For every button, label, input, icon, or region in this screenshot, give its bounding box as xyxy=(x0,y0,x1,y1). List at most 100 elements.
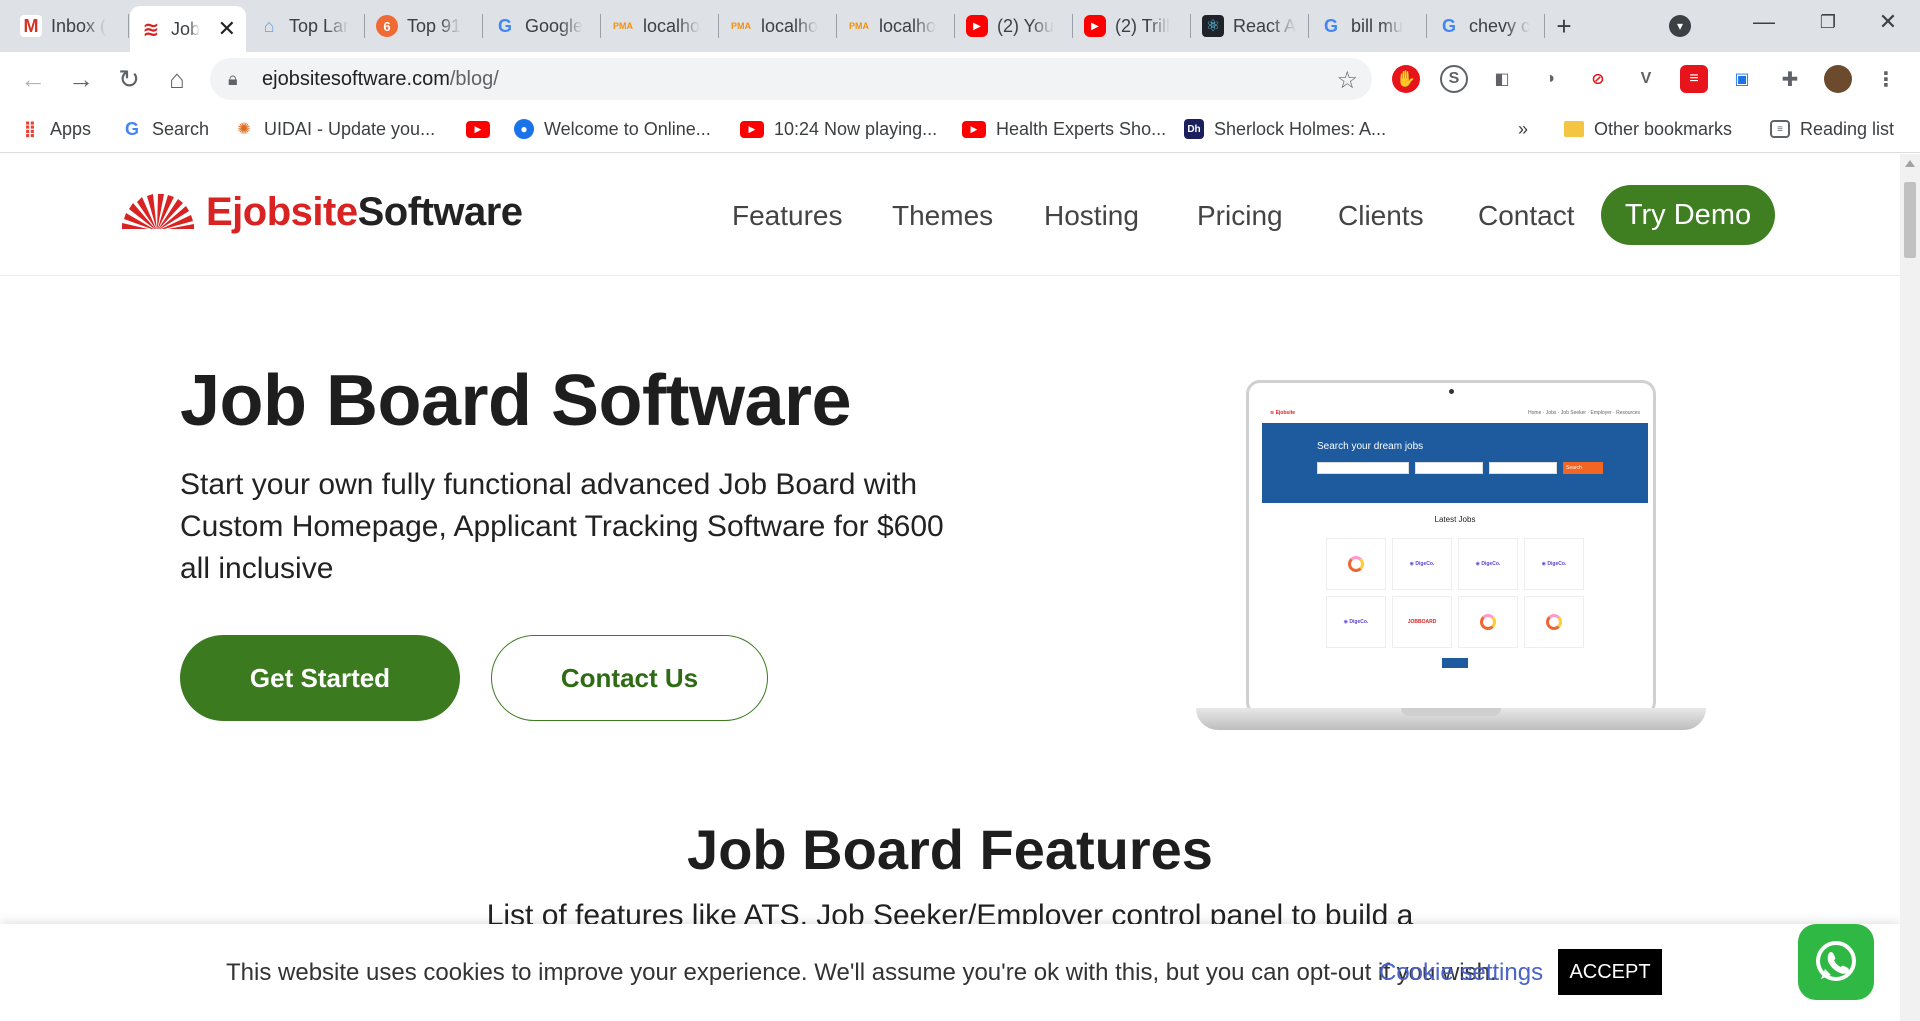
brand-name: EjobsiteSoftware xyxy=(206,190,523,234)
bookmark-apps[interactable]: ⣿ Apps xyxy=(20,115,91,143)
tab-inbox[interactable]: M Inbox ( xyxy=(10,6,125,46)
bookmark-star-icon[interactable]: ☆ xyxy=(1336,66,1358,95)
whatsapp-chat-button[interactable] xyxy=(1798,924,1874,1000)
bookmark-uidai[interactable]: ✺ UIDAI - Update you... xyxy=(234,115,435,143)
page-scrollbar[interactable] xyxy=(1900,154,1920,1021)
scroll-up-icon[interactable] xyxy=(1905,160,1915,167)
get-started-button[interactable]: Get Started xyxy=(180,635,460,721)
bookmark-label: UIDAI - Update you... xyxy=(264,118,436,139)
cookie-settings-link[interactable]: Cookie settings xyxy=(1379,959,1543,987)
tab-chevy[interactable]: G chevy c xyxy=(1428,6,1543,46)
profile-avatar[interactable] xyxy=(1824,65,1852,93)
orange-circle-icon: 6 xyxy=(376,15,398,37)
tab-bill-mu[interactable]: G bill mu xyxy=(1310,6,1425,46)
home-icon[interactable]: ⌂ xyxy=(158,60,196,98)
bookmark-label: Sherlock Holmes: A... xyxy=(1214,118,1387,139)
bookmark-label: Other bookmarks xyxy=(1594,118,1733,139)
react-icon: ⚛ xyxy=(1202,15,1224,37)
tab-top-lar[interactable]: ⌂ Top Lar xyxy=(248,6,363,46)
folder-icon xyxy=(1564,121,1584,137)
site-header: EjobsiteSoftware Features Themes Hosting… xyxy=(0,154,1900,276)
bookmark-label: Search xyxy=(152,118,210,139)
skype-icon[interactable]: S xyxy=(1440,65,1468,93)
youtube-icon: ▶ xyxy=(1084,15,1106,37)
bookmark-label: Health Experts Sho... xyxy=(996,118,1167,139)
tab-title: Top Lar xyxy=(289,15,350,36)
youtube-icon: ▶ xyxy=(966,15,988,37)
bookmark-now-playing[interactable]: ▶ 10:24 Now playing... xyxy=(740,115,937,143)
tab-youtube-1[interactable]: ▶ (2) You xyxy=(956,6,1071,46)
tab-title: bill mu xyxy=(1351,15,1404,36)
phpmyadmin-icon: PMA xyxy=(613,21,633,31)
mockup-search-button: Search xyxy=(1563,462,1603,474)
restore-icon[interactable]: ❐ xyxy=(1796,0,1860,44)
scrollbar-thumb[interactable] xyxy=(1904,182,1916,258)
nav-features[interactable]: Features xyxy=(732,200,843,232)
cookie-message: This website uses cookies to improve you… xyxy=(226,959,1497,986)
tab-google[interactable]: G Google xyxy=(484,6,599,46)
tab-react[interactable]: ⚛ React A xyxy=(1192,6,1307,46)
tab-job[interactable]: ≋ Job ✕ xyxy=(130,6,246,52)
try-demo-button[interactable]: Try Demo xyxy=(1601,185,1775,245)
tab-title: (2) Trill xyxy=(1115,15,1170,36)
google-icon: G xyxy=(124,118,139,139)
google-icon: G xyxy=(1441,15,1456,36)
tab-youtube-2[interactable]: ▶ (2) Trill xyxy=(1074,6,1189,46)
extension-icon[interactable]: ⊘ xyxy=(1584,65,1612,93)
extension-icon[interactable]: ▣ xyxy=(1728,65,1756,93)
extensions-puzzle-icon[interactable]: ✚ xyxy=(1776,65,1804,93)
extension-icon[interactable]: ◧ xyxy=(1488,65,1516,93)
gmail-icon: M xyxy=(20,15,42,37)
url-text: ejobsitesoftware.com/blog/ xyxy=(262,67,499,90)
sunburst-logo-icon xyxy=(118,193,196,233)
dh-icon: Dh xyxy=(1184,119,1204,139)
tab-title: Top 91 xyxy=(407,15,462,36)
window-close-icon[interactable]: ✕ xyxy=(1856,0,1920,44)
bookmark-welcome[interactable]: ● Welcome to Online... xyxy=(514,115,711,143)
tab-localhost-3[interactable]: PMA localho xyxy=(838,6,953,46)
menu-kebab-icon[interactable]: ⋮ xyxy=(1872,65,1900,93)
bookmark-health-experts[interactable]: ▶ Health Experts Sho... xyxy=(962,115,1166,143)
tab-localhost-1[interactable]: PMA localho xyxy=(602,6,717,46)
tab-title: localho xyxy=(879,15,937,36)
nav-contact[interactable]: Contact xyxy=(1478,200,1575,232)
tab-top-91[interactable]: 6 Top 91 xyxy=(366,6,481,46)
youtube-icon: ▶ xyxy=(466,120,490,138)
new-tab-button[interactable]: + xyxy=(1546,8,1582,44)
adblock-icon[interactable]: ✋ xyxy=(1392,65,1420,93)
tab-search-icon[interactable]: ▾ xyxy=(1662,8,1698,44)
accept-cookies-button[interactable]: ACCEPT xyxy=(1558,949,1662,995)
extension-icon[interactable]: ≡ xyxy=(1680,65,1708,93)
bookmark-youtube[interactable]: ▶ xyxy=(466,115,490,143)
address-bar[interactable]: 🔒︎ ejobsitesoftware.com/blog/ ☆ xyxy=(210,58,1372,100)
other-bookmarks[interactable]: Other bookmarks xyxy=(1564,115,1732,143)
nav-themes[interactable]: Themes xyxy=(892,200,993,232)
phpmyadmin-icon: PMA xyxy=(731,21,751,31)
browser-toolbar: ← → ↻ ⌂ 🔒︎ ejobsitesoftware.com/blog/ ☆ … xyxy=(0,52,1920,105)
cookie-banner: This website uses cookies to improve you… xyxy=(0,924,1900,1021)
extension-icon[interactable]: ◑ xyxy=(1536,65,1564,93)
tab-localhost-2[interactable]: PMA localho xyxy=(720,6,835,46)
nav-clients[interactable]: Clients xyxy=(1338,200,1424,232)
bookmark-label: Welcome to Online... xyxy=(544,118,711,139)
reading-list[interactable]: ≡ Reading list xyxy=(1770,115,1894,143)
apps-grid-icon: ⣿ xyxy=(23,121,37,138)
site-logo[interactable]: EjobsiteSoftware xyxy=(118,190,523,235)
bookmarks-overflow-button[interactable]: » xyxy=(1518,115,1528,143)
extension-icon[interactable]: V xyxy=(1632,65,1660,93)
close-icon[interactable]: ✕ xyxy=(218,16,236,42)
minimize-icon[interactable]: — xyxy=(1732,0,1796,44)
bookmark-sherlock[interactable]: Dh Sherlock Holmes: A... xyxy=(1184,115,1386,143)
bookmark-label: 10:24 Now playing... xyxy=(774,118,938,139)
uidai-icon: ✺ xyxy=(237,121,251,138)
reload-icon[interactable]: ↻ xyxy=(110,60,148,98)
nav-pricing[interactable]: Pricing xyxy=(1197,200,1283,232)
tab-title: Google xyxy=(525,15,584,36)
back-icon[interactable]: ← xyxy=(14,60,52,98)
bookmark-search[interactable]: G Search xyxy=(122,115,209,143)
contact-us-button[interactable]: Contact Us xyxy=(491,635,768,721)
mockup-hero-text: Search your dream jobs xyxy=(1317,441,1424,452)
forward-icon[interactable]: → xyxy=(62,60,100,98)
lock-icon: 🔒︎ xyxy=(228,68,238,89)
nav-hosting[interactable]: Hosting xyxy=(1044,200,1139,232)
